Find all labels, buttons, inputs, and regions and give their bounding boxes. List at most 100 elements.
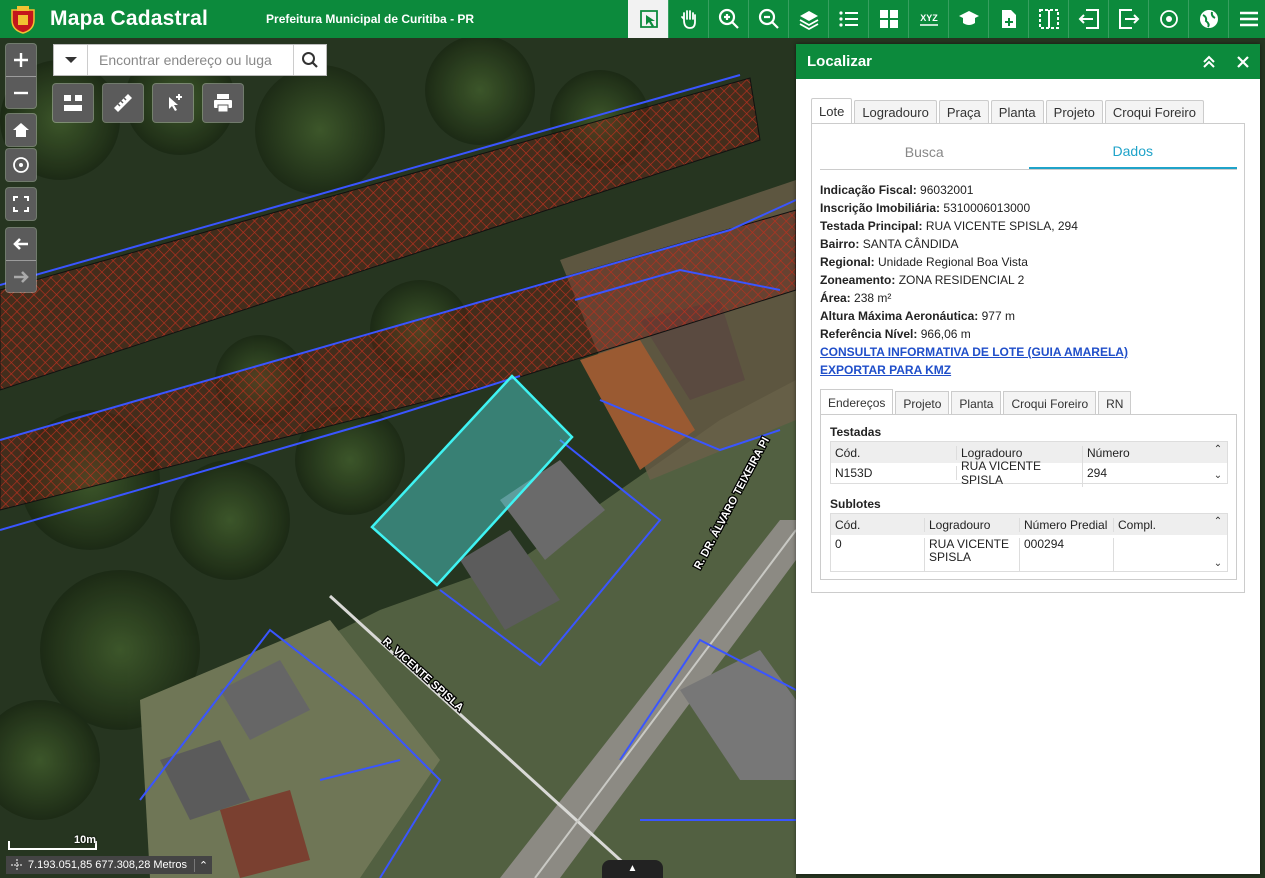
basemap-tool[interactable] xyxy=(1188,0,1228,38)
localizar-panel: Localizar Lote Logradouro Praça Planta P… xyxy=(796,44,1260,874)
tab-logradouro[interactable]: Logradouro xyxy=(854,100,937,124)
zoom-in-tool[interactable] xyxy=(708,0,748,38)
tab-praca[interactable]: Praça xyxy=(938,100,989,124)
export-kmz-link[interactable]: EXPORTAR PARA KMZ xyxy=(820,361,1128,379)
back-extent-button[interactable] xyxy=(6,228,36,260)
locate-control xyxy=(6,149,36,181)
legend-list-icon xyxy=(838,11,858,27)
search-input[interactable] xyxy=(88,45,293,75)
zoom-out-button[interactable] xyxy=(6,76,36,108)
education-tool[interactable] xyxy=(948,0,988,38)
tab-planta[interactable]: Planta xyxy=(990,100,1044,124)
lot-details: Indicação Fiscal: 96032001 Inscrição Imo… xyxy=(820,181,1128,379)
tab-projeto[interactable]: Projeto xyxy=(1045,100,1103,124)
guia-amarela-link[interactable]: CONSULTA INFORMATIVA DE LOTE (GUIA AMARE… xyxy=(820,343,1128,361)
forward-extent-button[interactable] xyxy=(6,260,36,292)
menu-icon xyxy=(1239,11,1258,27)
sublotes-title: Sublotes xyxy=(830,497,881,511)
search-icon xyxy=(302,52,318,68)
measure-button[interactable] xyxy=(103,84,143,122)
close-icon xyxy=(1237,55,1249,68)
education-icon xyxy=(958,11,979,25)
print-button[interactable] xyxy=(203,84,243,122)
table-cell: 0 xyxy=(831,538,925,571)
fullscreen-button[interactable] xyxy=(6,188,36,220)
split-view-tool[interactable] xyxy=(1028,0,1068,38)
tab-inner-croqui-foreiro[interactable]: Croqui Foreiro xyxy=(1003,391,1097,415)
app-subtitle: Prefeitura Municipal de Curitiba - PR xyxy=(266,12,475,26)
testadas-title: Testadas xyxy=(830,425,882,439)
collapse-panel-button[interactable] xyxy=(1192,44,1226,79)
close-panel-button[interactable] xyxy=(1226,44,1260,79)
history-controls xyxy=(6,228,36,292)
testadas-scrollbar[interactable]: ⌃ ⌄ xyxy=(1209,442,1227,483)
tab-lote[interactable]: Lote xyxy=(811,98,853,124)
import-tool[interactable] xyxy=(1068,0,1108,38)
legend-tool[interactable] xyxy=(828,0,868,38)
swipe-layers-icon xyxy=(64,95,82,111)
scroll-down-icon[interactable]: ⌄ xyxy=(1214,558,1222,569)
scroll-down-icon[interactable]: ⌄ xyxy=(1214,470,1222,481)
inner-tabs: Endereços Projeto Planta Croqui Foreiro … xyxy=(820,389,1133,415)
top-bar: Mapa Cadastral Prefeitura Municipal de C… xyxy=(0,0,1265,38)
identify-add-button[interactable] xyxy=(153,84,193,122)
add-document-tool[interactable] xyxy=(988,0,1028,38)
column-header: Logradouro xyxy=(925,517,1020,532)
sublotes-table: Cód. Logradouro Número Predial Compl. 0 … xyxy=(830,513,1228,572)
table-cell xyxy=(1114,538,1208,571)
minus-icon xyxy=(14,91,28,94)
ruler-icon xyxy=(114,94,132,112)
locate-button[interactable] xyxy=(6,149,36,181)
table-header: Cód. Logradouro Número Predial Compl. xyxy=(831,514,1227,535)
tab-croqui-foreiro[interactable]: Croqui Foreiro xyxy=(1104,100,1204,124)
zoom-out-tool[interactable] xyxy=(748,0,788,38)
import-icon xyxy=(1078,9,1099,29)
city-crest-logo xyxy=(11,6,35,34)
table-row[interactable]: 0 RUA VICENTE SPISLA 000294 xyxy=(831,535,1227,571)
export-icon xyxy=(1118,9,1139,29)
swipe-button[interactable] xyxy=(53,84,93,122)
locate-tool[interactable] xyxy=(1148,0,1188,38)
locate-point-icon xyxy=(1159,10,1178,28)
menu-tool[interactable] xyxy=(1228,0,1265,38)
layers-tool[interactable] xyxy=(788,0,828,38)
grid-tool[interactable] xyxy=(868,0,908,38)
identify-icon xyxy=(639,10,658,28)
xyz-label: XYZ xyxy=(920,13,938,23)
export-tool[interactable] xyxy=(1108,0,1148,38)
arrow-left-icon xyxy=(13,238,28,250)
coords-expand-button[interactable]: ⌃ xyxy=(194,858,212,872)
identify-tool[interactable] xyxy=(628,0,668,38)
search-button[interactable] xyxy=(293,45,326,75)
crosshair-small-icon[interactable] xyxy=(10,858,24,872)
column-header: Número Predial xyxy=(1020,517,1114,532)
home-button[interactable] xyxy=(6,114,36,146)
field-testada-principal: Testada Principal: RUA VICENTE SPISLA, 2… xyxy=(820,219,1078,233)
tab-enderecos[interactable]: Endereços xyxy=(820,389,894,415)
tab-inner-planta[interactable]: Planta xyxy=(951,391,1002,415)
sublotes-scrollbar[interactable]: ⌃ ⌄ xyxy=(1209,514,1227,571)
lote-tab-content: Busca Dados Indicação Fiscal: 96032001 I… xyxy=(811,123,1245,593)
pan-tool[interactable] xyxy=(668,0,708,38)
xyz-coordinates-icon: XYZ xyxy=(919,13,938,26)
map-toolbar: XYZ xyxy=(628,0,1265,38)
tab-rn[interactable]: RN xyxy=(1098,391,1132,415)
bottom-panel-toggle[interactable]: ▲ xyxy=(602,860,663,878)
field-zoneamento: Zoneamento: ZONA RESIDENCIAL 2 xyxy=(820,273,1025,287)
field-regional: Regional: Unidade Regional Boa Vista xyxy=(820,255,1028,269)
subtab-busca[interactable]: Busca xyxy=(820,134,1029,169)
tab-inner-projeto[interactable]: Projeto xyxy=(895,391,950,415)
scroll-up-icon[interactable]: ⌃ xyxy=(1214,516,1222,527)
scroll-up-icon[interactable]: ⌃ xyxy=(1214,444,1222,455)
zoom-controls xyxy=(6,44,36,108)
table-row[interactable]: N153D RUA VICENTE SPISLA 294 xyxy=(831,459,1227,487)
column-header: Logradouro xyxy=(957,445,1083,460)
subtab-dados[interactable]: Dados xyxy=(1028,134,1237,169)
scale-bar: 10m xyxy=(8,834,98,850)
zoom-in-button[interactable] xyxy=(6,44,36,76)
zoom-in-icon xyxy=(718,8,739,29)
search-source-dropdown[interactable] xyxy=(54,45,88,75)
fullscreen-control xyxy=(6,188,36,220)
grid-icon xyxy=(879,10,898,28)
xyz-tool[interactable]: XYZ xyxy=(908,0,948,38)
